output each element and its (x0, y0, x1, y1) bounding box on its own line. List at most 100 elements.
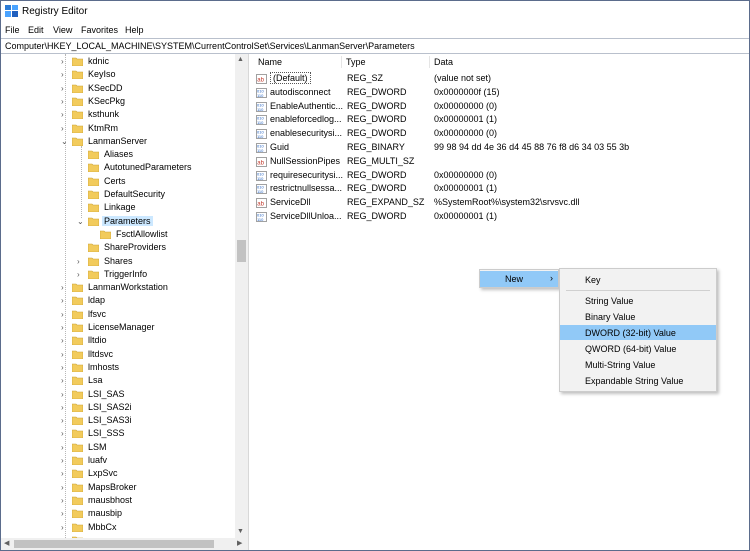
registry-editor-icon (5, 5, 18, 17)
submenu-item-label: Key (585, 275, 601, 285)
svg-text:110: 110 (257, 217, 264, 222)
string-value-icon: ab (256, 74, 267, 84)
tree-item-label: mausbip (88, 508, 123, 519)
value-row[interactable]: ab (Default) REG_SZ (value not set) (256, 72, 746, 86)
address-bar[interactable]: Computer\HKEY_LOCAL_MACHINE\SYSTEM\Curre… (1, 38, 749, 54)
tree-item-label: KSecDD (88, 82, 123, 93)
tree-item-label: TriggerInfo (104, 268, 148, 279)
folder-icon (72, 84, 83, 93)
value-data: 99 98 94 dd 4e 36 d4 45 88 76 f8 d6 34 0… (434, 142, 630, 152)
folder-icon (72, 443, 83, 452)
folder-icon (72, 363, 83, 372)
folder-icon (88, 243, 99, 253)
value-row[interactable]: 010 110 ServiceDllUnloa... REG_DWORD 0x00000… (256, 211, 746, 224)
value-type: REG_DWORD (347, 211, 407, 221)
value-row[interactable]: 010 110 EnableAuthentic... REG_DWORD 0x00000… (256, 101, 746, 114)
column-header-name[interactable]: Name (258, 57, 282, 67)
context-menu-new[interactable]: New › (480, 271, 558, 287)
scroll-up-icon[interactable]: ▲ (237, 56, 244, 63)
submenu-item[interactable]: String Value (560, 293, 716, 308)
context-menu-new-label: New (505, 274, 524, 284)
column-header-data[interactable]: Data (434, 57, 453, 67)
value-row[interactable]: 010 110 enableforcedlog... REG_DWORD 0x00000… (256, 114, 746, 127)
value-row[interactable]: ab ServiceDll REG_EXPAND_SZ %SystemRoot%\sy… (256, 197, 746, 210)
tree-horizontal-scroll-thumb[interactable] (14, 540, 214, 548)
binary-value-icon: 010110 (256, 101, 267, 112)
chevron-right-icon[interactable]: › (77, 270, 86, 279)
value-name: (Default) (270, 72, 311, 84)
submenu-item-label: Binary Value (585, 312, 636, 322)
menu-view[interactable]: View (53, 25, 72, 35)
value-row[interactable]: 010 110 restrictnullsessa... REG_DWORD 0x000… (256, 183, 746, 196)
tree-connector-line (81, 146, 82, 218)
tree-item-label: Parameters (102, 215, 153, 226)
submenu-item[interactable]: Multi-String Value (560, 357, 716, 372)
string-value-icon: ab (256, 156, 267, 167)
tree-item-label: ShareProviders (104, 242, 167, 253)
string-value-icon: ab (256, 198, 267, 209)
tree-item-label: lfsvc (88, 308, 106, 319)
value-data: 0x00000001 (1) (434, 211, 498, 221)
tree-item-label: LSI_SAS3i (88, 415, 132, 426)
submenu-item-label: QWORD (64-bit) Value (585, 344, 677, 354)
column-header-type[interactable]: Type (346, 57, 366, 67)
menu-favorites[interactable]: Favorites (81, 25, 118, 35)
submenu-item[interactable]: DWORD (32-bit) Value (560, 325, 716, 340)
scroll-down-icon[interactable]: ▼ (237, 528, 244, 535)
tree-item-label: KtmRm (88, 122, 118, 133)
folder-icon (100, 230, 111, 239)
value-data: 0x00000000 (0) (434, 128, 498, 139)
tree-vertical-scrollbar[interactable]: ▲ ▼ (235, 54, 248, 539)
menu-help[interactable]: Help (125, 25, 144, 35)
folder-icon (88, 203, 99, 213)
value-name: ServiceDll (270, 197, 311, 208)
menu-edit[interactable]: Edit (28, 25, 44, 35)
submenu-item[interactable]: Key (560, 272, 716, 287)
tree-item-label: MapsBroker (88, 481, 137, 492)
value-type: REG_BINARY (347, 142, 405, 152)
binary-value-icon: 010110 (256, 143, 267, 153)
menu-file[interactable]: File (5, 25, 20, 35)
scroll-right-icon[interactable]: ▶ (237, 539, 242, 547)
folder-icon (72, 403, 83, 412)
value-row[interactable]: 010 110 Guid REG_BINARY 99 98 94 dd 4e 36 d4… (256, 142, 746, 155)
tree-vertical-scroll-thumb[interactable] (237, 240, 246, 262)
value-row[interactable]: 010 110 requiresecuritysi... REG_DWORD 0x000… (256, 170, 746, 183)
tree-item-label: mausbhost (88, 494, 133, 505)
chevron-right-icon[interactable]: › (77, 257, 86, 266)
value-data: 0x0000000f (15) (434, 86, 500, 97)
tree-item-label: Aliases (104, 149, 134, 160)
tree-item-label: ksthunk (88, 109, 120, 120)
svg-text:ab: ab (257, 77, 264, 83)
svg-text:110: 110 (257, 134, 264, 139)
submenu-item[interactable]: Binary Value (560, 309, 716, 324)
value-type: REG_DWORD (347, 114, 407, 125)
context-menu: New › (479, 269, 559, 288)
title-bar[interactable]: Registry Editor (1, 1, 749, 21)
value-data: 0x00000001 (1) (434, 114, 498, 125)
tree-horizontal-scrollbar[interactable]: ◀ ▶ (1, 538, 248, 550)
value-type: REG_DWORD (347, 86, 407, 97)
value-name: ServiceDllUnloa... (270, 211, 342, 221)
tree-item-label: lltdsvc (88, 348, 114, 359)
folder-icon (72, 310, 83, 319)
key-tree-pane[interactable]: › kdnic › KeyIso › KSecDD › KSecPkg › ksthunk › Ktm… (1, 54, 249, 550)
column-divider[interactable] (341, 56, 342, 68)
value-row[interactable]: ab NullSessionPipes REG_MULTI_SZ (256, 156, 746, 169)
submenu-item-label: DWORD (32-bit) Value (585, 328, 676, 338)
binary-value-icon: 010110 (256, 129, 267, 140)
folder-icon (88, 150, 99, 160)
tree-item-label: Lsa (88, 375, 103, 386)
scroll-left-icon[interactable]: ◀ (4, 539, 9, 547)
submenu-item[interactable]: QWORD (64-bit) Value (560, 341, 716, 356)
value-row[interactable]: 010 110 enablesecuritysi... REG_DWORD 0x0000… (256, 128, 746, 141)
value-name: NullSessionPipes (270, 155, 341, 166)
value-type: REG_EXPAND_SZ (347, 197, 425, 208)
value-name: autodisconnect (270, 86, 331, 97)
value-row[interactable]: 010 110 autodisconnect REG_DWORD 0x0000000f … (256, 87, 746, 100)
column-divider[interactable] (429, 56, 430, 68)
chevron-right-icon: › (550, 273, 553, 283)
svg-text:110: 110 (257, 148, 264, 153)
tree-item-label: LanmanWorkstation (88, 282, 168, 293)
submenu-item[interactable]: Expandable String Value (560, 373, 716, 388)
